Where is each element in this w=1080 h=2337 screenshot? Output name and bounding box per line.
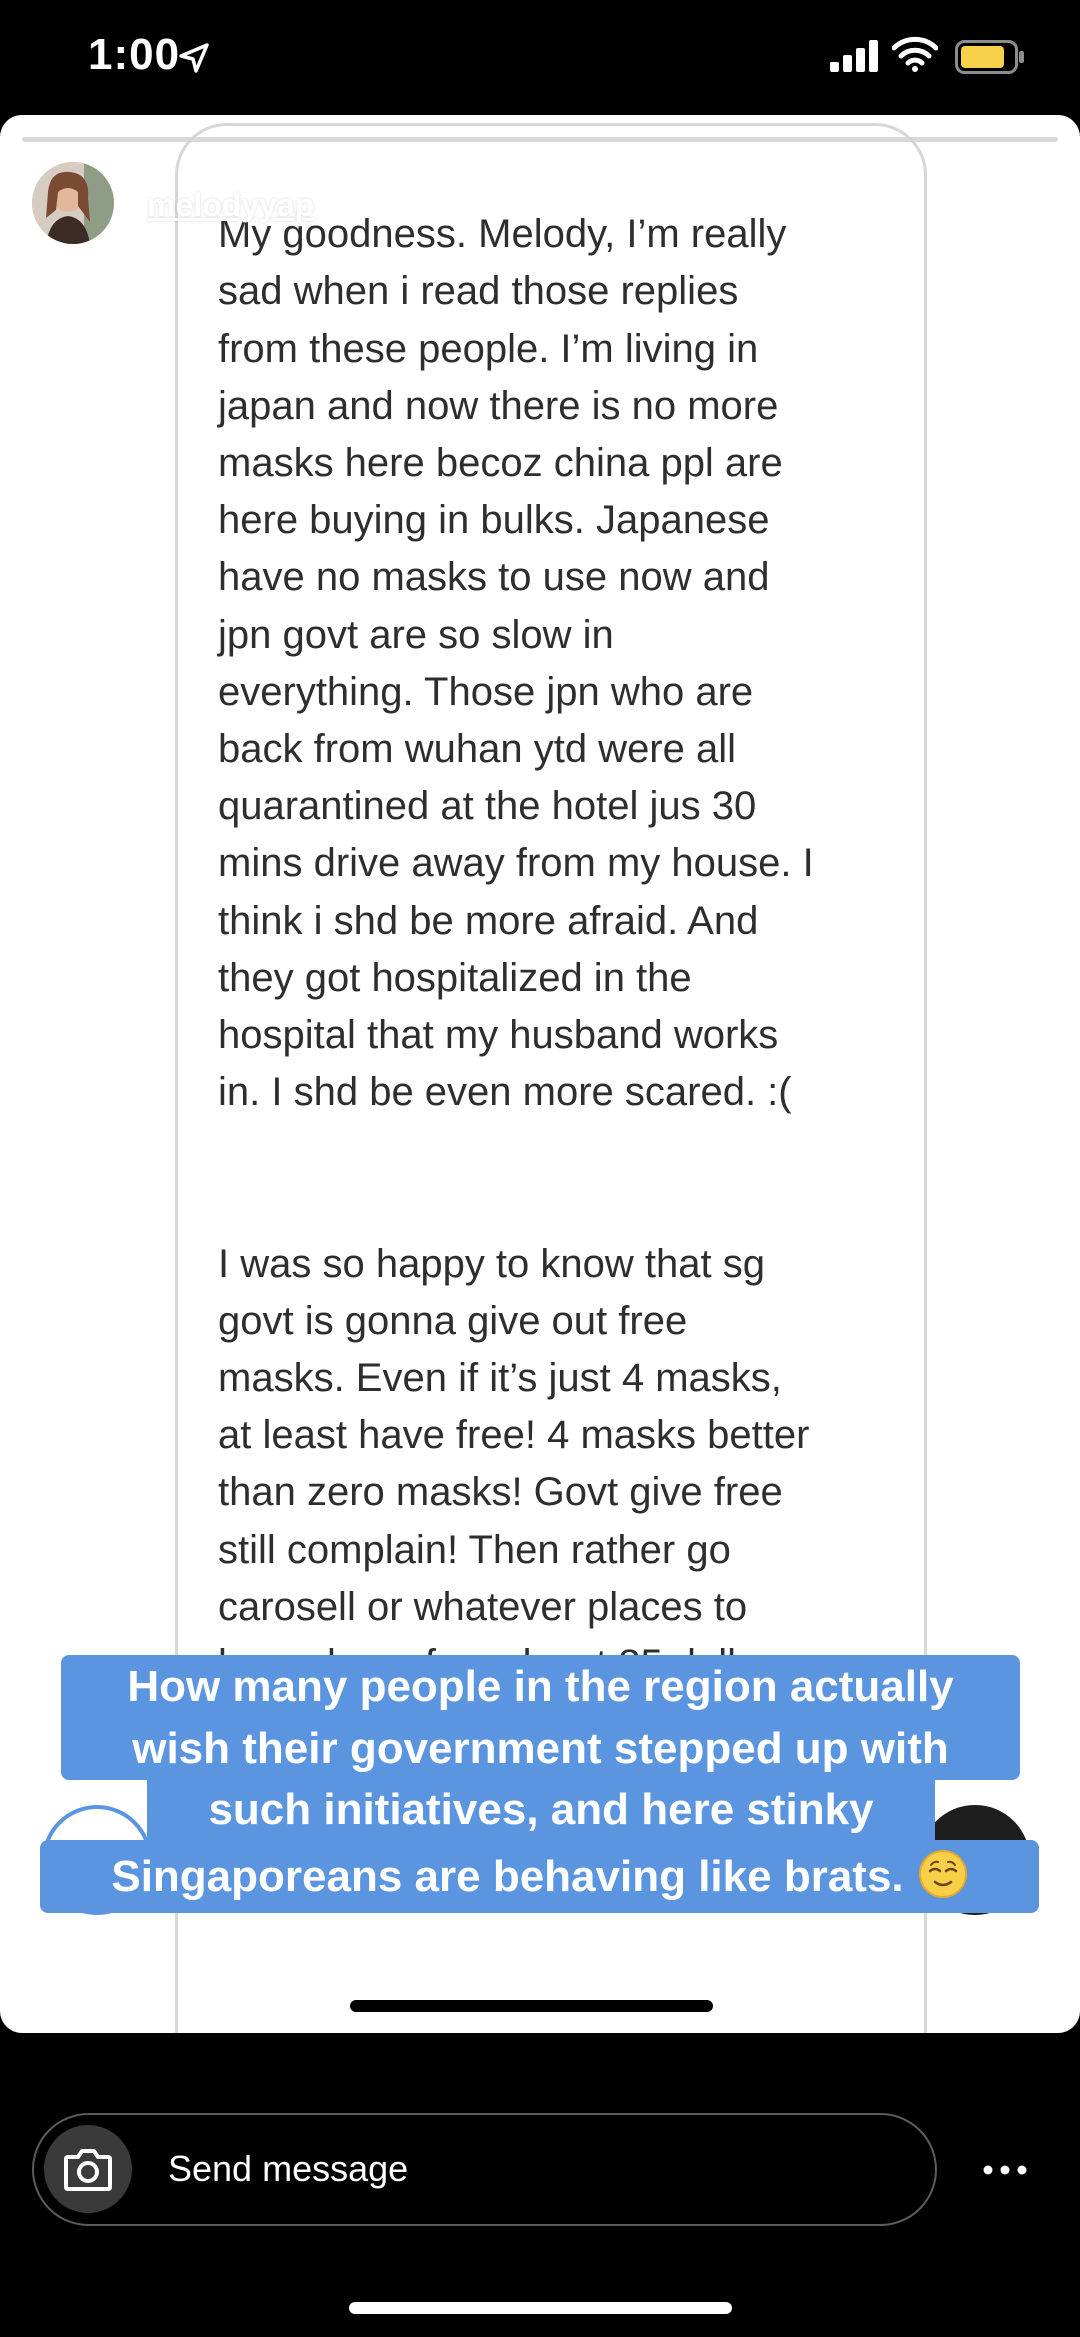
story-home-indicator (350, 2000, 713, 2012)
avatar[interactable] (32, 162, 114, 244)
more-options-icon[interactable] (980, 2150, 1030, 2190)
post-time: 3h (338, 187, 374, 223)
caption-line-2: wish their government stepped up with (61, 1717, 1020, 1780)
caption-line-4-text: Singaporeans are behaving like brats. (111, 1852, 904, 1901)
location-arrow-icon (179, 43, 209, 73)
message-paragraph-1: My goodness. Melody, I’m really sad when… (218, 212, 814, 1115)
message-text: My goodness. Melody, I’m really sad when… (218, 149, 918, 1808)
status-bar: 1:00 (0, 0, 1080, 115)
home-indicator (349, 2302, 732, 2314)
username-link[interactable]: melodyyap (147, 187, 314, 224)
story-card[interactable]: My goodness. Melody, I’m really sad when… (0, 115, 1080, 2033)
send-message-placeholder: Send message (168, 2148, 409, 2189)
story-progress-bar (22, 137, 1058, 142)
relieved-face-emoji (918, 1850, 967, 1898)
caption-line-1: How many people in the region actually (61, 1655, 1020, 1718)
wifi-icon (892, 36, 938, 72)
avatar-image (32, 162, 114, 244)
caption-line-3: such initiatives, and here stinky (147, 1778, 935, 1841)
instagram-story-screen: 1:00 My goodness. Melody, I’m really sad… (0, 0, 1080, 2337)
battery-icon (955, 40, 1024, 74)
cellular-signal-icon (830, 40, 878, 72)
caption-line-4: Singaporeans are behaving like brats. (40, 1840, 1039, 1913)
camera-icon (64, 2149, 112, 2191)
camera-button[interactable] (44, 2125, 132, 2213)
close-icon[interactable] (1002, 175, 1052, 225)
status-time: 1:00 (88, 30, 181, 79)
